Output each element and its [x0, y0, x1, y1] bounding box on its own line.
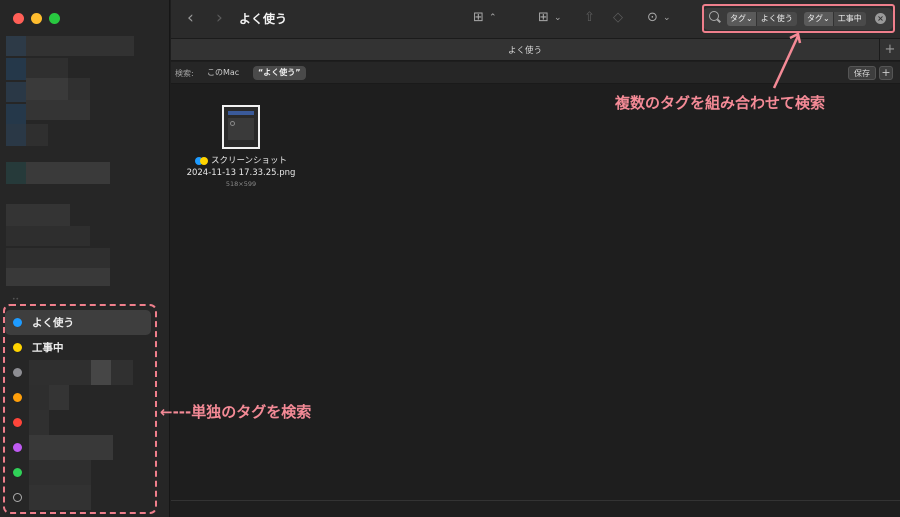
- forward-button[interactable]: ›: [216, 8, 223, 28]
- scope-label: 検索:: [175, 69, 194, 78]
- file-thumbnail: [222, 105, 260, 149]
- share-icon[interactable]: ⇧: [584, 10, 595, 26]
- multi-tag-highlight-box: [702, 4, 895, 33]
- group-chevron-icon[interactable]: ⌄: [554, 10, 562, 26]
- annotation-arrow-icon: [772, 32, 802, 89]
- view-mode-icon[interactable]: ⊞: [473, 10, 484, 26]
- scope-this-mac[interactable]: このMac: [202, 66, 244, 80]
- new-tab-button[interactable]: +: [879, 39, 900, 61]
- file-tag-dots: [194, 156, 209, 165]
- scope-favorites[interactable]: “よく使う”: [253, 66, 306, 80]
- tags-section-label: ••: [12, 296, 20, 303]
- annotation-multi-tag: 複数のタグを組み合わせて検索: [615, 94, 826, 112]
- file-browser: スクリーンショット 2024-11-13 17.33.25.png 518×59…: [171, 85, 900, 500]
- status-bar: [171, 500, 900, 517]
- window-title: よく使う: [239, 12, 288, 26]
- file-dimensions: 518×599: [225, 180, 257, 188]
- group-icon[interactable]: ⊞: [538, 10, 549, 26]
- redacted-sidebar-items: [6, 36, 160, 291]
- view-mode-arrows-icon[interactable]: ⌃: [489, 10, 497, 26]
- annotation-single-tag: ←---単独のタグを検索: [160, 403, 312, 421]
- window-controls: [13, 13, 60, 24]
- back-button[interactable]: ‹: [187, 8, 194, 28]
- minimize-window-button[interactable]: [31, 13, 42, 24]
- more-chevron-icon[interactable]: ⌄: [663, 10, 671, 26]
- tag-icon[interactable]: ◇: [613, 10, 623, 26]
- single-tag-highlight-box: [3, 304, 157, 514]
- zoom-window-button[interactable]: [49, 13, 60, 24]
- file-name: スクリーンショット 2024-11-13 17.33.25.png: [186, 156, 296, 178]
- add-criteria-button[interactable]: +: [879, 66, 893, 80]
- file-item[interactable]: スクリーンショット 2024-11-13 17.33.25.png 518×59…: [181, 105, 301, 188]
- close-window-button[interactable]: [13, 13, 24, 24]
- more-icon[interactable]: ⊙: [647, 10, 658, 26]
- save-search-button[interactable]: 保存: [848, 66, 876, 80]
